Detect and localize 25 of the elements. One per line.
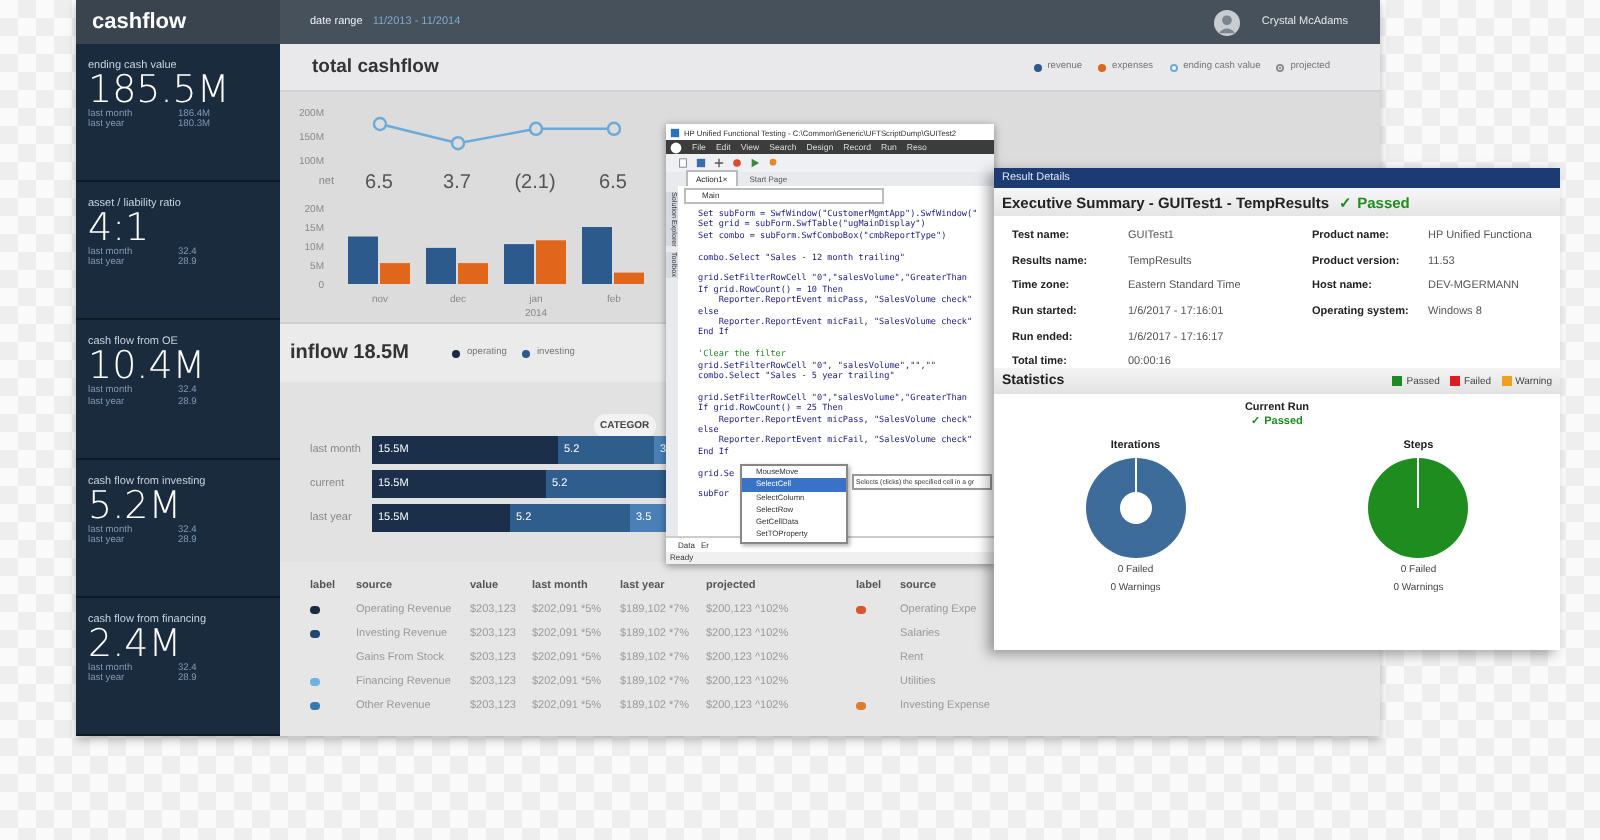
net-value: 6.5 — [363, 171, 395, 193]
metric-value: 185.5M — [88, 72, 232, 110]
record-icon[interactable] — [732, 158, 742, 168]
avatar-icon[interactable] — [1213, 9, 1240, 35]
new-file-icon[interactable] — [678, 158, 688, 168]
app-icon — [670, 127, 680, 137]
section-title: inflow 18.5M — [290, 342, 409, 364]
net-value: 3.7 — [441, 171, 473, 193]
bar — [504, 244, 534, 284]
data-point — [372, 116, 388, 132]
plus-icon[interactable] — [714, 158, 724, 168]
section-title: total cashflow — [312, 56, 439, 78]
metric-value: 10.4M — [88, 348, 208, 387]
metric-value: 2.4M — [88, 625, 182, 664]
bar — [536, 240, 566, 284]
metric-value: 4:1 — [88, 210, 150, 249]
data-point — [450, 136, 466, 151]
metric-value: 5.2M — [88, 487, 182, 526]
net-value: 6.5 — [597, 171, 629, 193]
save-icon[interactable] — [696, 158, 706, 168]
net-value: (2.1) — [512, 171, 558, 193]
data-point — [528, 121, 544, 136]
play-icon[interactable] — [750, 158, 760, 168]
data-point — [606, 121, 622, 136]
app-title: cashflow — [76, 0, 280, 44]
